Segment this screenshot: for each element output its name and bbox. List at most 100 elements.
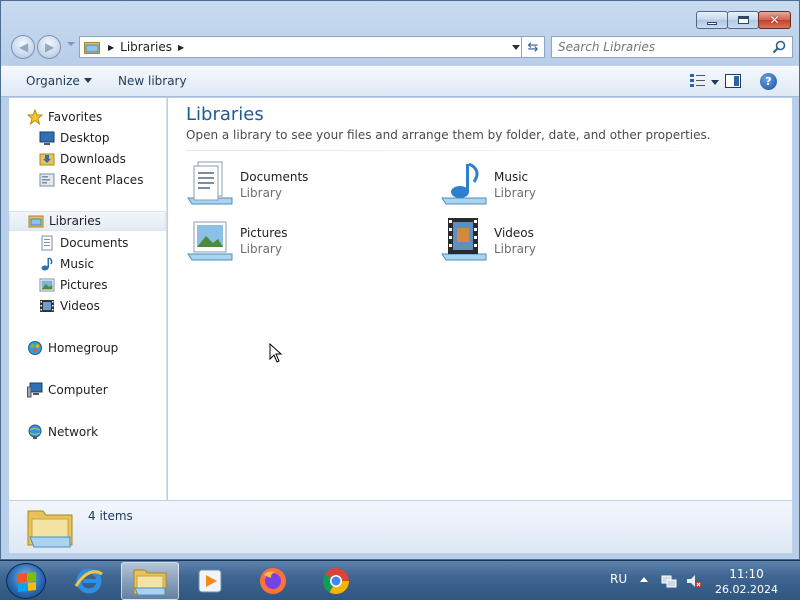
taskbar-windows-explorer[interactable] [121,562,179,600]
close-icon: ✕ [769,13,780,27]
forward-arrow-icon: ▶ [45,40,55,54]
nav-homegroup[interactable]: Homegroup [27,338,184,358]
view-options-dropdown[interactable] [711,80,719,85]
maximize-icon [737,16,749,24]
pictures-library-icon [187,221,233,261]
maximize-button[interactable] [727,11,759,29]
page-title: Libraries [186,104,264,125]
library-documents[interactable]: Documents Library [186,160,426,210]
library-music[interactable]: Music Library [440,160,680,210]
media-player-icon [198,569,222,593]
library-type: Library [494,186,536,200]
preview-pane-button[interactable] [725,74,741,88]
nav-network[interactable]: Network [27,422,184,442]
organize-menu[interactable]: Organize [26,74,92,88]
show-hidden-icons-button[interactable] [640,577,648,582]
help-icon: ? [765,75,772,88]
new-library-button[interactable]: New library [118,74,187,88]
windows-logo-icon [18,572,36,592]
libraries-folder-icon [84,41,100,54]
minimize-button[interactable] [696,11,728,29]
videos-filmstrip-icon [40,300,54,312]
nav-network-label: Network [48,425,99,439]
star-icon [27,109,43,125]
back-arrow-icon: ◀ [19,40,29,54]
computer-icon [27,382,43,398]
help-button[interactable]: ? [760,73,777,90]
explorer-window: ✕ ◀ ▶ ▶ Libraries ▶ ⇆ Organize New libra… [0,0,800,560]
change-view-icon[interactable] [690,74,705,87]
minimize-icon [707,21,717,25]
breadcrumb-separator-icon[interactable]: ▶ [108,43,114,52]
downloads-folder-icon [39,153,55,166]
nav-music-label: Music [60,257,95,271]
start-button[interactable] [6,563,46,599]
search-icon[interactable] [772,40,786,54]
item-count: 4 items [88,509,133,523]
documents-library-icon [187,161,233,205]
volume-muted-icon[interactable] [686,573,702,589]
taskbar-chrome[interactable] [307,562,365,600]
breadcrumb-separator-icon[interactable]: ▶ [178,43,184,52]
nav-favorites-label: Favorites [48,110,103,124]
library-name: Documents [240,170,309,184]
divider [186,150,778,151]
clock-time: 11:10 [729,567,764,581]
taskbar-media-player[interactable] [182,562,240,600]
network-tray-icon[interactable] [661,573,677,589]
system-clock[interactable]: 11:10 26.02.2024 [715,566,778,598]
navigation-pane: Favorites Desktop Downloads Recent Place… [9,98,167,500]
clock-date: 26.02.2024 [715,583,778,596]
recent-places-icon [39,173,55,187]
pictures-icon [39,278,55,292]
library-pictures[interactable]: Pictures Library [186,216,426,266]
documents-icon [41,235,53,251]
close-button[interactable]: ✕ [758,11,791,29]
firefox-icon [260,568,286,594]
language-indicator[interactable]: RU [610,572,627,586]
nav-desktop-label: Desktop [60,131,110,145]
nav-libraries-label: Libraries [49,214,101,228]
homegroup-icon [28,341,42,355]
refresh-button[interactable]: ⇆ [521,36,545,58]
nav-downloads-label: Downloads [60,152,126,166]
libraries-icon [28,215,44,228]
videos-library-icon [441,218,487,261]
search-input[interactable] [558,40,768,54]
forward-button[interactable]: ▶ [37,35,61,59]
chrome-icon [322,568,350,595]
search-box[interactable] [551,36,793,58]
back-button[interactable]: ◀ [11,35,35,59]
nav-computer[interactable]: Computer [27,380,184,400]
music-library-icon [441,162,487,205]
taskbar-internet-explorer[interactable] [60,562,118,600]
nav-pictures-label: Pictures [60,278,108,292]
caption-buttons: ✕ [696,11,791,29]
nav-favorites[interactable]: Favorites [27,107,184,127]
library-videos[interactable]: Videos Library [440,216,680,266]
nav-computer-label: Computer [48,383,108,397]
music-note-icon [41,257,53,271]
library-type: Library [240,186,282,200]
breadcrumb-libraries[interactable]: Libraries [120,40,172,54]
nav-libraries[interactable]: Libraries [9,211,166,231]
internet-explorer-icon [74,568,103,594]
command-bar: Organize New library ? [1,65,799,97]
nav-homegroup-label: Homegroup [48,341,119,355]
desktop-icon [39,131,55,145]
library-name: Music [494,170,529,184]
navigation-row: ◀ ▶ ▶ Libraries ▶ ⇆ [9,34,793,60]
refresh-icon: ⇆ [527,39,539,55]
nav-videos-label: Videos [60,299,100,313]
address-bar[interactable]: ▶ Libraries ▶ [79,36,525,58]
taskbar: RU 11:10 26.02.2024 [0,560,800,600]
library-type: Library [494,242,536,256]
libraries-folder-icon [27,510,73,548]
nav-documents-label: Documents [60,236,129,250]
windows-explorer-icon [133,569,167,596]
taskbar-firefox[interactable] [244,562,302,600]
address-history-dropdown[interactable] [512,45,520,50]
mouse-pointer-icon [269,343,283,363]
recent-pages-dropdown[interactable] [67,42,75,46]
library-name: Videos [494,226,534,240]
